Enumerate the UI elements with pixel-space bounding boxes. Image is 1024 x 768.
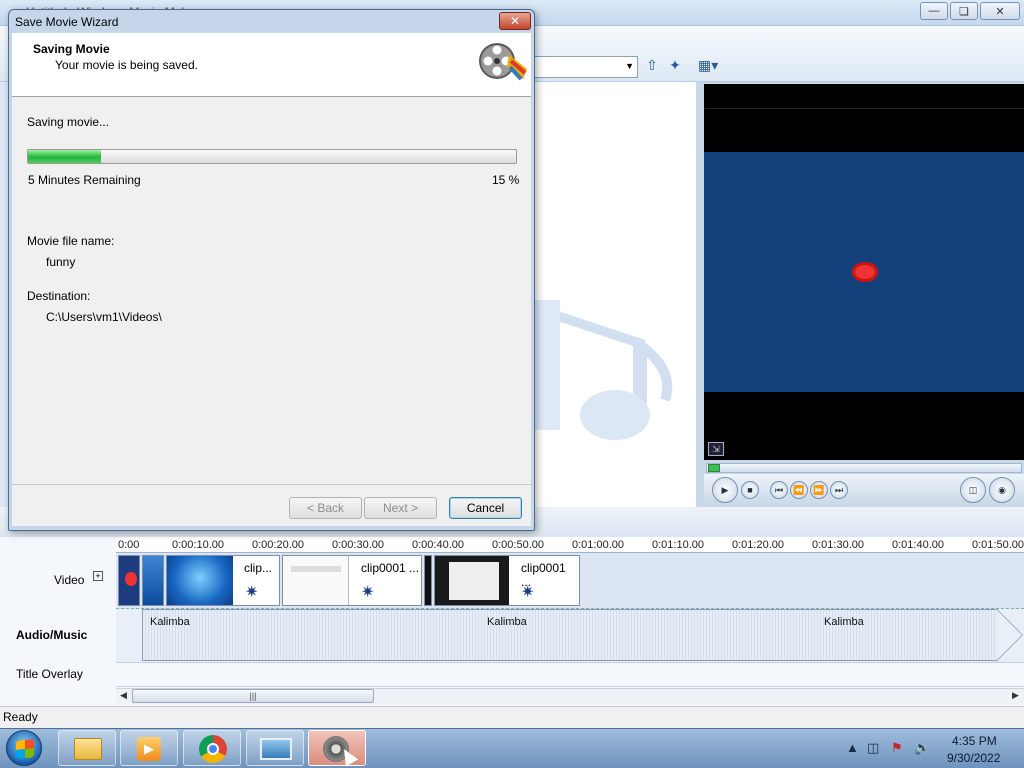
- timeline-clip[interactable]: [142, 555, 164, 606]
- ruler-tick: 0:00:20.00: [252, 539, 304, 551]
- close-window-button[interactable]: ✕: [980, 2, 1020, 20]
- transition-star-icon: ✷: [245, 584, 259, 601]
- file-name-label: Movie file name:: [27, 234, 115, 248]
- transition-star-icon: ✷: [521, 584, 535, 601]
- cancel-button[interactable]: Cancel: [449, 497, 522, 519]
- clock-date[interactable]: 9/30/2022: [947, 751, 1000, 765]
- seek-bar[interactable]: [706, 463, 1022, 473]
- dialog-subheading: Your movie is being saved.: [55, 58, 198, 72]
- ruler-tick: 0:01:20.00: [732, 539, 784, 551]
- audio-clip-label: Kalimba: [824, 616, 864, 628]
- up-level-icon[interactable]: ⇧: [642, 57, 662, 77]
- take-picture-icon[interactable]: ◉: [989, 477, 1015, 503]
- play-icon[interactable]: ▶: [712, 477, 738, 503]
- track-label-title-overlay: Title Overlay: [16, 667, 83, 681]
- back-button[interactable]: < Back: [289, 497, 362, 519]
- dialog-title: Save Movie Wizard: [15, 15, 119, 29]
- dialog-separator: [12, 484, 531, 485]
- rewind-icon[interactable]: ⏪: [790, 481, 808, 499]
- audio-clip[interactable]: [142, 609, 998, 661]
- scrollbar-thumb[interactable]: |||: [132, 689, 374, 703]
- network-icon[interactable]: ◫: [867, 740, 879, 756]
- film-reel-icon: [479, 43, 527, 81]
- dialog-heading: Saving Movie: [33, 42, 110, 56]
- track-label-audio: Audio/Music: [16, 628, 88, 642]
- ruler-tick: 0:00:50.00: [492, 539, 544, 551]
- audio-clip-label: Kalimba: [487, 616, 527, 628]
- preview-divider: [704, 108, 1024, 109]
- media-player-icon: ▶: [137, 737, 161, 761]
- ruler-tick: 0:01:10.00: [652, 539, 704, 551]
- scroll-right-icon[interactable]: ▶: [1012, 690, 1019, 701]
- chevron-down-icon: ▼: [625, 61, 634, 71]
- timeline-clip[interactable]: [424, 555, 432, 606]
- window-controls: — ❏ ✕: [920, 2, 1020, 20]
- music-note-watermark-icon: [535, 300, 673, 440]
- stop-icon[interactable]: ■: [741, 481, 759, 499]
- ruler-tick: 0:00: [118, 539, 140, 551]
- ruler-tick: 0:01:30.00: [812, 539, 864, 551]
- save-progress-bar: [27, 149, 517, 164]
- title-overlay-track[interactable]: [116, 663, 1024, 687]
- destination-value: C:\Users\vm1\Videos\: [46, 310, 162, 324]
- timeline-ruler[interactable]: 0:00 0:00:10.00 0:00:20.00 0:00:30.00 0:…: [116, 537, 1024, 553]
- photo-viewer-icon: [260, 738, 292, 760]
- ruler-tick: 0:00:10.00: [172, 539, 224, 551]
- seek-thumb[interactable]: [708, 464, 720, 472]
- ruler-tick: 0:01:40.00: [892, 539, 944, 551]
- progress-percent: 15 %: [492, 173, 520, 187]
- windows-logo-icon: [16, 739, 34, 759]
- scroll-left-icon[interactable]: ◀: [120, 690, 127, 701]
- ruler-tick: 0:01:00.00: [572, 539, 624, 551]
- clock-time[interactable]: 4:35 PM: [952, 734, 997, 748]
- start-button[interactable]: [6, 730, 42, 766]
- clip-name: clip0001 ...: [361, 561, 420, 575]
- ruler-tick: 0:01:50.00: [972, 539, 1024, 551]
- ruler-tick: 0:00:40.00: [412, 539, 464, 551]
- progress-label: Saving movie...: [27, 115, 110, 129]
- previous-frame-icon[interactable]: ⏮: [770, 481, 788, 499]
- next-frame-icon[interactable]: ⏭: [830, 481, 848, 499]
- destination-label: Destination:: [27, 289, 91, 303]
- volume-icon[interactable]: 🔈: [914, 740, 930, 756]
- show-hidden-icons-icon[interactable]: ▲: [846, 740, 859, 755]
- dialog-close-button[interactable]: ✕: [499, 12, 531, 30]
- timeline-clip[interactable]: [118, 555, 140, 606]
- taskbar-media-player[interactable]: ▶: [120, 730, 178, 766]
- expand-video-track-icon[interactable]: +: [93, 571, 103, 581]
- taskbar-photo-viewer[interactable]: [246, 730, 304, 766]
- fast-forward-icon[interactable]: ⏩: [810, 481, 828, 499]
- status-text: Ready: [3, 710, 38, 724]
- view-options-icon[interactable]: ▦▾: [698, 57, 718, 77]
- clip-name: clip...: [244, 561, 273, 575]
- status-bar: [0, 706, 1024, 728]
- audio-clip-end-fill: [996, 609, 1022, 661]
- file-name-value: funny: [46, 255, 76, 269]
- taskbar-explorer[interactable]: [58, 730, 116, 766]
- fullscreen-icon[interactable]: ⇲: [708, 442, 724, 456]
- transition-star-icon: ✷: [361, 584, 375, 601]
- restore-button[interactable]: ❏: [950, 2, 978, 20]
- time-remaining: 5 Minutes Remaining: [28, 173, 141, 187]
- taskbar-movie-maker[interactable]: [308, 730, 366, 766]
- chrome-icon: [199, 735, 227, 763]
- audio-clip-label: Kalimba: [150, 616, 190, 628]
- timeline-clip[interactable]: clip0001 ... ✷: [434, 555, 580, 606]
- folder-icon: [74, 738, 102, 760]
- ruler-tick: 0:00:30.00: [332, 539, 384, 551]
- timeline-clip[interactable]: clip0001 ... ✷: [282, 555, 422, 606]
- new-folder-icon[interactable]: ✦: [665, 57, 685, 77]
- progress-fill: [28, 150, 102, 163]
- action-center-icon[interactable]: ⚑: [891, 740, 903, 756]
- collections-dropdown[interactable]: ▼: [530, 56, 638, 78]
- timeline-clip[interactable]: clip... ✷: [166, 555, 280, 606]
- preview-frame-image: [852, 262, 878, 282]
- taskbar-chrome[interactable]: [183, 730, 241, 766]
- split-clip-icon[interactable]: ◫: [960, 477, 986, 503]
- minimize-button[interactable]: —: [920, 2, 948, 20]
- next-button[interactable]: Next >: [364, 497, 437, 519]
